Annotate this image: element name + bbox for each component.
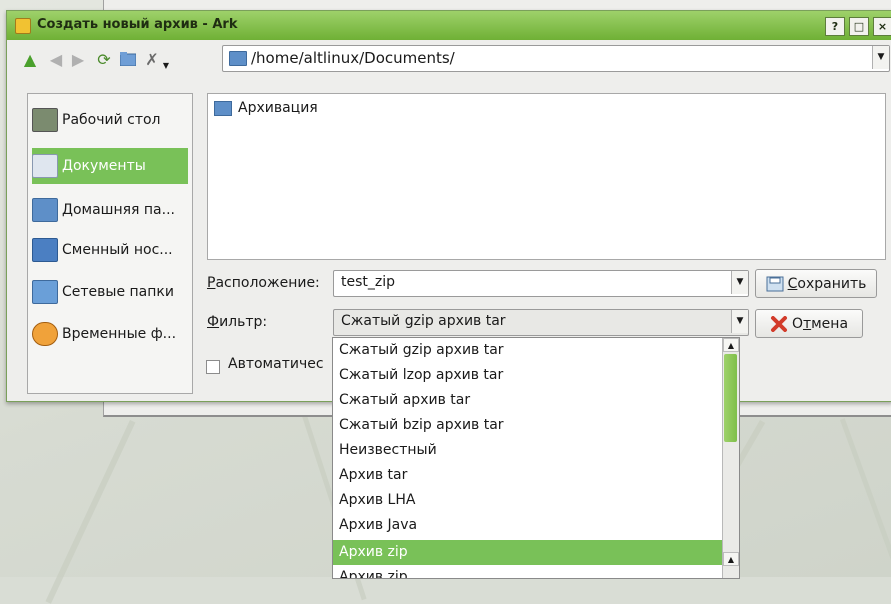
auto-extension-label: Автоматичес xyxy=(228,356,324,372)
places-panel: Рабочий стол Документы Домашняя па... См… xyxy=(27,93,193,394)
folder-icon xyxy=(214,100,232,116)
clock-icon xyxy=(32,322,58,346)
filter-value: Сжатый gzip архив tar xyxy=(341,313,506,329)
title-bar[interactable]: Создать новый архив - Ark ? □ × xyxy=(7,11,891,40)
network-icon xyxy=(32,280,58,304)
save-button[interactable]: Сохранить xyxy=(755,269,877,298)
chevron-down-icon[interactable]: ▼ xyxy=(731,310,748,333)
navigation-toolbar: ▲ ◀ ▶ ⟳ ✗ ▼ /home/altlinux/Documents/ ▼ xyxy=(7,42,891,72)
dropdown-option[interactable]: Архив tar xyxy=(333,463,727,488)
place-temp[interactable]: Временные ф... xyxy=(32,316,188,352)
place-label: Документы xyxy=(62,158,146,174)
save-icon xyxy=(766,276,784,291)
place-label: Временные ф... xyxy=(62,326,177,342)
location-input[interactable]: test_zip ▼ xyxy=(333,270,749,297)
forward-arrow-icon[interactable]: ▶ xyxy=(69,50,87,69)
dropdown-option[interactable]: Сжатый bzip архив tar xyxy=(333,413,727,438)
place-desktop[interactable]: Рабочий стол xyxy=(32,102,188,138)
dropdown-option[interactable]: Сжатый архив tar xyxy=(333,388,727,413)
place-label: Сменный нос... xyxy=(62,242,173,258)
place-removable[interactable]: Сменный нос... xyxy=(32,232,188,268)
file-name: Архивация xyxy=(238,100,318,116)
location-label: Расположение: xyxy=(207,275,320,291)
chevron-down-icon[interactable]: ▼ xyxy=(872,46,889,69)
dropdown-option[interactable]: Архив LHA xyxy=(333,488,727,513)
location-value: test_zip xyxy=(341,274,396,290)
auto-extension-checkbox[interactable] xyxy=(206,360,220,374)
cancel-button[interactable]: Отмена xyxy=(755,309,863,338)
ark-app-icon xyxy=(15,18,31,34)
path-text: /home/altlinux/Documents/ xyxy=(251,49,455,67)
dropdown-option[interactable]: Сжатый gzip архив tar xyxy=(333,338,727,363)
up-arrow-icon[interactable]: ▲ xyxy=(21,50,39,69)
chevron-down-icon[interactable]: ▼ xyxy=(731,271,748,294)
grass-stroke xyxy=(840,418,891,590)
cancel-label: Отмена xyxy=(791,315,849,332)
dropdown-option[interactable]: Архив Java xyxy=(333,513,727,538)
save-label: Сохранить xyxy=(787,275,867,292)
scroll-thumb[interactable] xyxy=(724,354,737,442)
reload-icon[interactable]: ⟳ xyxy=(95,50,113,69)
tools-dropdown-icon[interactable]: ▼ xyxy=(157,56,175,74)
help-button[interactable]: ? xyxy=(825,17,845,36)
path-combobox[interactable]: /home/altlinux/Documents/ ▼ xyxy=(222,45,890,72)
cancel-icon xyxy=(770,315,787,332)
place-label: Рабочий стол xyxy=(62,112,161,128)
dropdown-option-selected[interactable]: Архив zip xyxy=(333,540,727,565)
document-icon xyxy=(32,154,58,178)
desktop-icon xyxy=(32,108,58,132)
dropdown-scrollbar[interactable]: ▲ ▲ xyxy=(722,338,739,578)
home-folder-icon xyxy=(32,198,58,222)
close-button[interactable]: × xyxy=(873,17,891,36)
grass-stroke xyxy=(45,420,136,604)
filter-select[interactable]: Сжатый gzip архив tar ▼ xyxy=(333,309,749,336)
scroll-up-icon[interactable]: ▲ xyxy=(723,552,739,566)
filter-dropdown-list[interactable]: Сжатый gzip архив tar Сжатый lzop архив … xyxy=(332,337,740,579)
dropdown-option[interactable]: Сжатый lzop архив tar xyxy=(333,363,727,388)
place-label: Сетевые папки xyxy=(62,284,174,300)
window-title: Создать новый архив - Ark xyxy=(37,17,238,32)
file-list[interactable]: Архивация xyxy=(207,93,886,260)
maximize-button[interactable]: □ xyxy=(849,17,869,36)
back-arrow-icon[interactable]: ◀ xyxy=(47,50,65,69)
place-network[interactable]: Сетевые папки xyxy=(32,274,188,310)
scroll-up-icon[interactable]: ▲ xyxy=(723,338,739,352)
place-label: Домашняя па... xyxy=(62,202,175,218)
monitor-icon xyxy=(32,238,58,262)
place-documents[interactable]: Документы xyxy=(32,148,188,184)
folder-icon xyxy=(229,51,247,66)
filter-label: Фильтр: xyxy=(207,314,268,330)
dropdown-option[interactable]: Неизвестный xyxy=(333,438,727,463)
place-home[interactable]: Домашняя па... xyxy=(32,192,188,228)
list-item[interactable]: Архивация xyxy=(214,100,318,116)
new-folder-icon[interactable] xyxy=(119,50,137,68)
